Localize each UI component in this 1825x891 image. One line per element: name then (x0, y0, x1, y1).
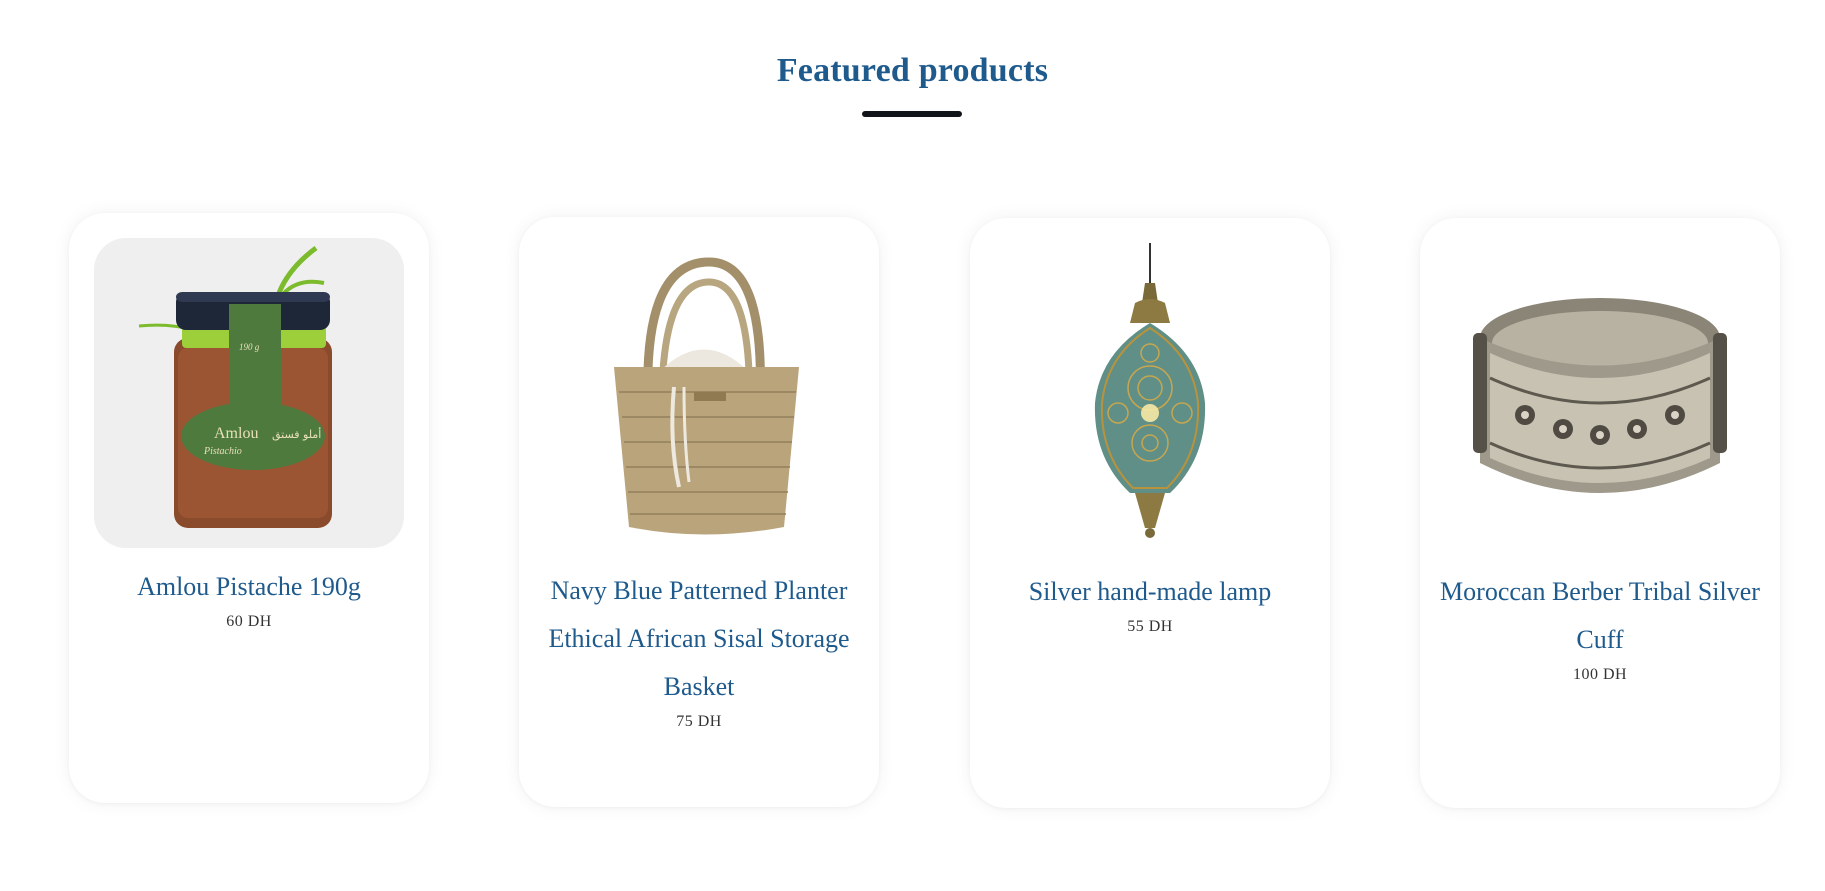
product-name[interactable]: Silver hand-made lamp (990, 568, 1310, 616)
product-price: 100 DH (1572, 666, 1628, 683)
product-card-basket[interactable]: Navy Blue Patterned Planter Ethical Afri… (519, 217, 879, 807)
sisal-basket-image (614, 257, 799, 535)
product-card-amlou[interactable]: Amlou Pistachio أملو فستق 190 g Amlou Pi… (69, 213, 429, 803)
hanging-lamp-image (1094, 243, 1206, 538)
product-price: 75 DH (676, 713, 722, 730)
silver-cuff-image (1473, 298, 1727, 493)
product-image[interactable] (544, 242, 854, 552)
svg-text:أملو فستق: أملو فستق (272, 427, 321, 442)
product-price: 60 DH (226, 613, 272, 630)
featured-products-section: Featured products Amlou Pistachio أملو ف… (0, 0, 1825, 891)
svg-text:Pistachio: Pistachio (203, 446, 242, 457)
amlou-jar-image: Amlou Pistachio أملو فستق 190 g (138, 245, 332, 528)
svg-text:190 g: 190 g (239, 342, 260, 352)
product-image[interactable] (1445, 243, 1755, 553)
product-name[interactable]: Moroccan Berber Tribal Silver Cuff (1440, 568, 1760, 664)
product-name[interactable]: Navy Blue Patterned Planter Ethical Afri… (539, 567, 859, 711)
svg-text:Amlou: Amlou (214, 425, 258, 442)
title-underline (862, 111, 962, 117)
product-card-cuff[interactable]: Moroccan Berber Tribal Silver Cuff 100 D… (1420, 218, 1780, 808)
product-image[interactable]: Amlou Pistachio أملو فستق 190 g (94, 238, 404, 548)
section-title: Featured products (776, 52, 1049, 89)
product-image[interactable] (995, 243, 1305, 553)
product-card-lamp[interactable]: Silver hand-made lamp 55 DH (970, 218, 1330, 808)
product-price: 55 DH (1127, 618, 1173, 635)
product-name[interactable]: Amlou Pistache 190g (89, 563, 409, 611)
